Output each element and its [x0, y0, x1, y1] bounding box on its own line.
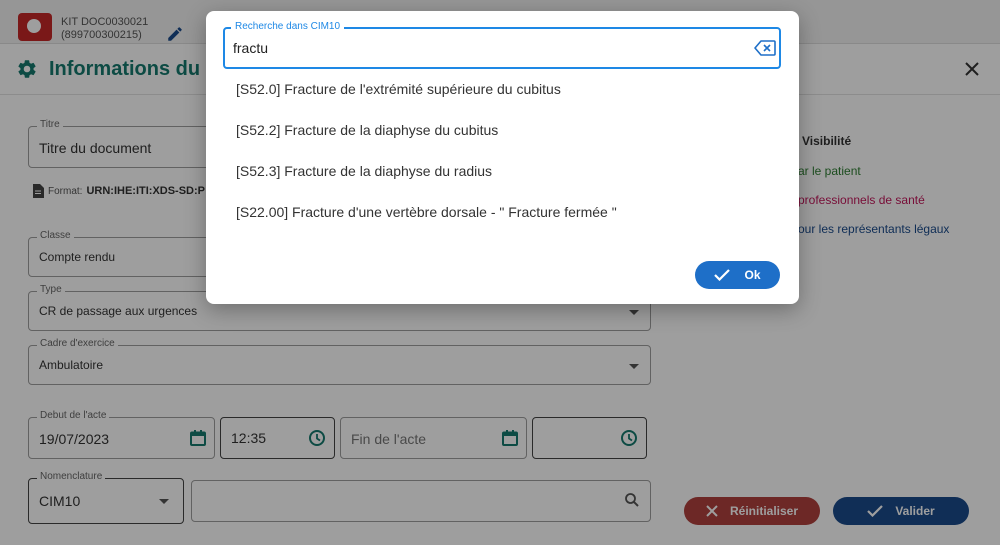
- cim10-search-input[interactable]: [233, 38, 733, 58]
- result-item-s22-00[interactable]: [S22.00] Fracture d'une vertèbre dorsale…: [236, 204, 617, 220]
- result-item-s52-3[interactable]: [S52.3] Fracture de la diaphyse du radiu…: [236, 163, 492, 179]
- result-item-s52-0[interactable]: [S52.0] Fracture de l'extrémité supérieu…: [236, 81, 561, 97]
- cim10-search-label: Recherche dans CIM10: [231, 21, 345, 32]
- ok-button[interactable]: Ok: [695, 261, 780, 289]
- cim10-search-dialog: Recherche dans CIM10 [S52.0] Fracture de…: [206, 11, 799, 304]
- clear-input-icon[interactable]: [754, 40, 776, 56]
- result-item-s52-2[interactable]: [S52.2] Fracture de la diaphyse du cubit…: [236, 122, 498, 138]
- cim10-search-field[interactable]: Recherche dans CIM10: [223, 21, 781, 69]
- checkmark-icon: [714, 269, 731, 281]
- ok-button-label: Ok: [744, 268, 761, 282]
